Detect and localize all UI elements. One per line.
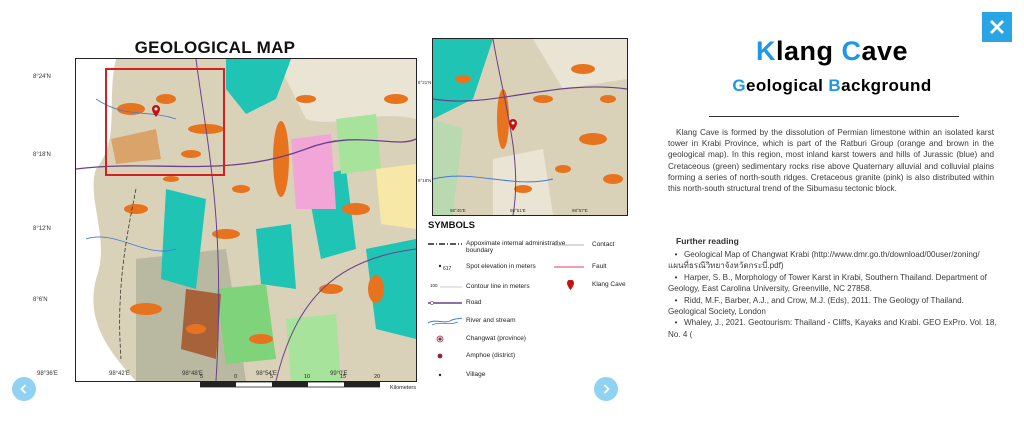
title-text: lang [775,36,842,66]
river-icon [428,317,462,326]
lat-label: 8°12'N [33,226,51,232]
subtitle-accent-letter: B [828,76,842,95]
road-line-icon [428,301,462,305]
lat-label: 8°24'N [33,74,51,80]
title-text: ave [861,36,909,66]
reference-item: • Geological Map of Changwat Krabi (http:… [668,250,980,271]
chevron-right-icon [603,384,610,394]
lon-label: 98°36'E [37,371,58,377]
amphoe-icon [437,353,443,359]
legend-fault: Fault [554,262,644,272]
spot-elevation-icon: 617 [438,264,452,272]
description-text: Klang Cave is formed by the dissolution … [668,128,994,194]
inset-lat-label: 8°18'N [418,178,432,183]
symbols-title: SYMBOLS [428,220,475,231]
legend-village: Village [428,370,568,380]
scale-tick: 20 [374,374,381,380]
subtitle-text: ackground [841,76,932,95]
village-icon [438,373,442,377]
legend-contact: Contact [554,240,644,250]
fault-line-icon [554,266,584,268]
inset-lat-label: 8°21'N [418,80,432,85]
svg-text:617: 617 [443,266,452,272]
scale-tick: 5 [270,374,274,380]
contact-line-icon [554,244,584,246]
next-button[interactable] [594,377,618,401]
prev-button[interactable] [12,377,36,401]
scale-tick: 15 [340,374,347,380]
map-title: GEOLOGICAL MAP [134,38,296,57]
reference-item: • Whaley, J., 2021. Geotourism: Thailand … [668,318,997,339]
scale-tick: 10 [304,374,311,380]
scale-bar-graphic [200,382,380,388]
legend-cave: Klang Cave [564,280,654,292]
heading-divider [709,116,959,117]
lat-label: 8°6'N [33,297,48,303]
chevron-left-icon [20,384,27,394]
lon-label: 98°54'E [256,371,277,377]
scale-unit: Kilometers [390,385,416,391]
legend-spot: 617 Spot elevation in meters [428,262,568,272]
title-accent-letter: K [755,36,776,66]
legend-contour: 100 Contour line in meters [430,283,530,290]
page-title: Klang Cave [660,36,1004,67]
dash-line-icon [428,243,462,245]
close-icon [990,20,1004,34]
legend-road: Road [428,298,568,308]
legend-river: River and stream [428,316,568,326]
page-subtitle: Geological Background [660,76,1004,96]
reference-item: • Harper, S. B., Morphology of Tower Kars… [668,272,987,294]
further-reading-title: Further reading [676,236,739,246]
legend-changwat: Changwat (province) [428,334,568,344]
changwat-icon [436,335,444,343]
scale-tick: 5 [200,374,204,380]
subtitle-accent-letter: G [732,76,746,95]
scale-tick: 0 [234,374,238,380]
inset-map [432,38,628,216]
reference-item: • Ridd, M.F., Barber, A.J., and Crow, M.J… [668,295,964,317]
lat-label: 8°18'N [33,152,51,158]
scale-bar: 5 0 5 10 15 20 Kilometers [200,374,416,396]
reference-list: • Geological Map of Changwat Krabi (http:… [668,249,998,340]
geological-map-graphic [76,59,416,381]
inset-lon-label: 98°57'E [572,208,588,213]
title-accent-letter: C [841,36,862,66]
svg-text:100: 100 [430,283,438,288]
legend-boundary: Appoximate internal administrative bound… [428,239,568,257]
inset-map-graphic [433,39,627,215]
subtitle-text: eological [746,76,829,95]
inset-lon-label: 98°51'E [510,208,526,213]
geological-map [75,58,417,382]
legend-amphoe: Amphoe (district) [428,351,568,361]
lon-label: 98°42'E [109,371,130,377]
inset-lon-label: 98°45'E [450,208,466,213]
contour-line-icon: 100 [430,283,462,288]
